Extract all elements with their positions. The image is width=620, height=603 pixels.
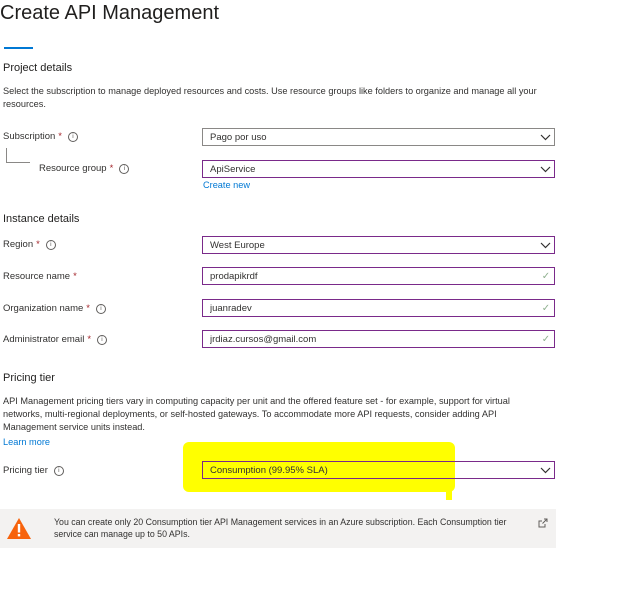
- chevron-down-icon: [536, 134, 554, 141]
- info-icon[interactable]: i: [45, 239, 56, 250]
- tab-underline: [4, 47, 33, 49]
- resource-group-label-text: Resource group: [39, 163, 107, 174]
- resource-name-input[interactable]: prodapikrdf ✓: [202, 267, 555, 285]
- pricing-tier-heading: Pricing tier: [3, 372, 55, 384]
- organization-name-input[interactable]: juanradev ✓: [202, 299, 555, 317]
- region-dropdown[interactable]: West Europe: [202, 236, 555, 254]
- checkmark-icon: ✓: [541, 302, 551, 314]
- chevron-down-icon: [536, 467, 554, 474]
- warning-text: You can create only 20 Consumption tier …: [54, 517, 507, 539]
- organization-name-label-text: Organization name: [3, 303, 84, 314]
- resource-group-label: Resource group * i: [39, 163, 130, 174]
- required-marker: *: [36, 239, 40, 250]
- required-marker: *: [87, 334, 92, 345]
- pricing-tier-label: Pricing tier i: [3, 465, 64, 476]
- project-details-description: Select the subscription to manage deploy…: [3, 86, 537, 109]
- resource-name-label: Resource name *: [3, 271, 77, 282]
- warning-banner: You can create only 20 Consumption tier …: [0, 509, 556, 548]
- checkmark-icon: ✓: [541, 333, 551, 345]
- subscription-dropdown[interactable]: Pago por uso: [202, 128, 555, 146]
- warning-icon: [0, 509, 38, 548]
- required-marker: *: [73, 271, 77, 282]
- subscription-label-text: Subscription: [3, 131, 56, 142]
- pricing-tier-value: Consumption (99.95% SLA): [210, 464, 328, 476]
- instance-details-heading: Instance details: [3, 213, 80, 225]
- info-icon[interactable]: i: [95, 303, 106, 314]
- administrator-email-value: jrdiaz.cursos@gmail.com: [210, 333, 317, 345]
- resource-name-value: prodapikrdf: [210, 270, 258, 282]
- required-marker: *: [58, 131, 62, 142]
- region-value: West Europe: [210, 239, 265, 251]
- page-title: Create API Management: [0, 2, 220, 24]
- required-marker: *: [109, 163, 114, 174]
- pricing-tier-description: API Management pricing tiers vary in com…: [3, 396, 510, 432]
- chevron-down-icon: [536, 242, 554, 249]
- chevron-down-icon: [536, 166, 554, 173]
- organization-name-value: juanradev: [210, 302, 252, 314]
- learn-more-link[interactable]: Learn more: [3, 437, 50, 447]
- checkmark-icon: ✓: [541, 270, 551, 282]
- resource-group-value: ApiService: [210, 163, 256, 175]
- pricing-tier-label-text: Pricing tier: [3, 465, 48, 476]
- highlight-mark-tail: [446, 480, 452, 500]
- region-label: Region * i: [3, 239, 56, 250]
- administrator-email-label-text: Administrator email: [3, 334, 85, 345]
- organization-name-label: Organization name * i: [3, 303, 106, 314]
- project-details-heading: Project details: [3, 62, 73, 74]
- resource-name-label-text: Resource name: [3, 271, 71, 282]
- info-icon[interactable]: i: [97, 334, 108, 345]
- required-marker: *: [86, 303, 90, 314]
- region-label-text: Region: [3, 239, 34, 250]
- tree-connector-vertical: [6, 148, 7, 162]
- info-icon[interactable]: i: [67, 131, 78, 142]
- create-new-link[interactable]: Create new: [203, 180, 250, 190]
- subscription-value: Pago por uso: [210, 131, 267, 143]
- external-link-icon[interactable]: [538, 515, 548, 533]
- info-icon[interactable]: i: [119, 163, 130, 174]
- pricing-tier-dropdown[interactable]: Consumption (99.95% SLA): [202, 461, 555, 479]
- tree-connector-horizontal: [6, 162, 30, 163]
- resource-group-dropdown[interactable]: ApiService: [202, 160, 555, 178]
- administrator-email-input[interactable]: jrdiaz.cursos@gmail.com ✓: [202, 330, 555, 348]
- administrator-email-label: Administrator email * i: [3, 334, 108, 345]
- info-icon[interactable]: i: [53, 465, 64, 476]
- subscription-label: Subscription * i: [3, 131, 78, 142]
